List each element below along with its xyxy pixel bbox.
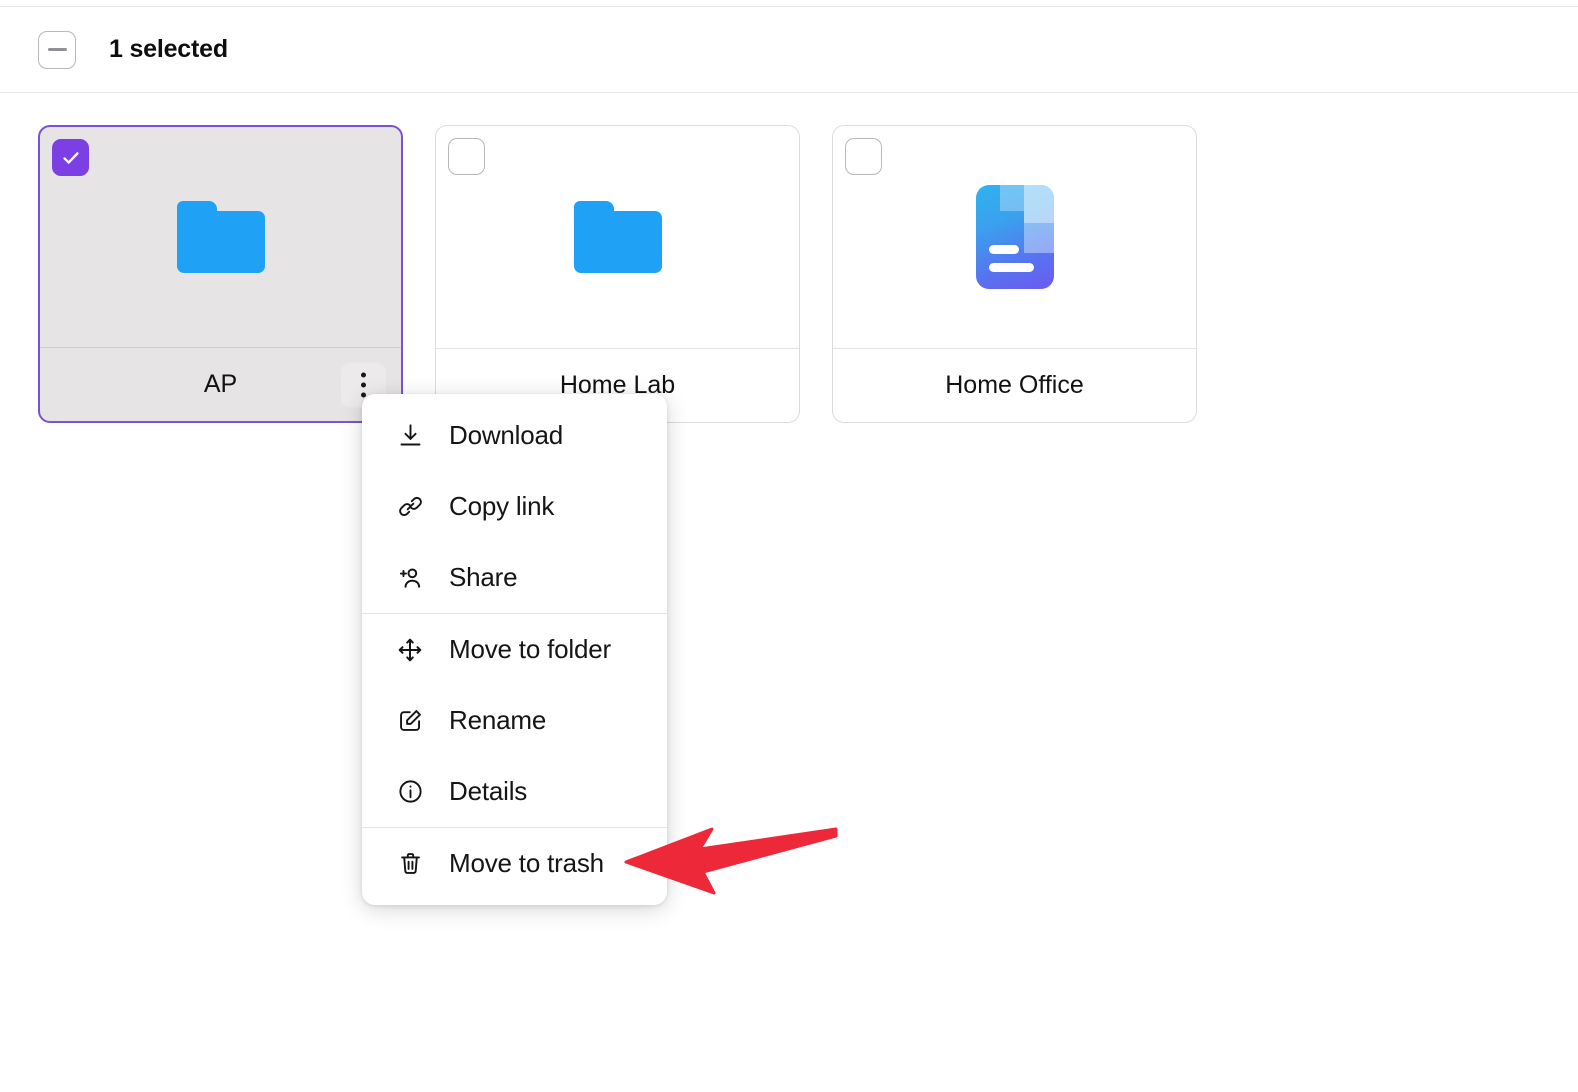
selection-count-label: 1 selected bbox=[109, 35, 228, 63]
menu-item-label: Details bbox=[449, 776, 528, 806]
context-menu: Download Copy link Share Move to folder … bbox=[362, 394, 667, 905]
card-thumbnail bbox=[436, 126, 799, 348]
menu-item-details[interactable]: Details bbox=[362, 756, 667, 827]
card-checkbox-ap[interactable] bbox=[52, 139, 89, 176]
card-label-ap: AP bbox=[203, 370, 238, 398]
folder-icon bbox=[176, 201, 265, 273]
folder-icon bbox=[573, 201, 662, 273]
menu-item-download[interactable]: Download bbox=[362, 400, 667, 471]
card-thumbnail bbox=[40, 127, 401, 347]
link-icon bbox=[395, 492, 425, 522]
move-arrows-icon bbox=[395, 635, 425, 665]
menu-item-label: Share bbox=[449, 562, 518, 592]
menu-item-label: Move to folder bbox=[449, 634, 611, 664]
menu-item-move-to-trash[interactable]: Move to trash bbox=[362, 828, 667, 899]
card-footer: Home Office bbox=[833, 348, 1196, 422]
card-footer: AP bbox=[40, 347, 401, 421]
select-all-checkbox[interactable] bbox=[38, 30, 76, 69]
context-menu-group-2: Move to folder Rename Details bbox=[362, 613, 667, 827]
download-icon bbox=[395, 421, 425, 451]
check-icon bbox=[62, 151, 79, 164]
menu-item-label: Download bbox=[449, 420, 564, 450]
card-checkbox-home-lab[interactable] bbox=[448, 138, 485, 175]
file-grid: AP Home Lab Home Office bbox=[38, 125, 1197, 423]
trash-icon bbox=[395, 849, 425, 879]
file-card-ap[interactable]: AP bbox=[38, 125, 403, 423]
selection-toolbar: 1 selected bbox=[0, 6, 1578, 93]
indeterminate-dash-icon bbox=[47, 48, 67, 51]
file-card-home-office[interactable]: Home Office bbox=[832, 125, 1197, 423]
menu-item-label: Rename bbox=[449, 705, 547, 735]
context-menu-group-1: Download Copy link Share bbox=[362, 400, 667, 613]
context-menu-group-3: Move to trash bbox=[362, 827, 667, 899]
pencil-square-icon bbox=[395, 706, 425, 736]
menu-item-share[interactable]: Share bbox=[362, 542, 667, 613]
card-label-home-office: Home Office bbox=[945, 371, 1084, 399]
card-checkbox-home-office[interactable] bbox=[845, 138, 882, 175]
menu-item-move-to-folder[interactable]: Move to folder bbox=[362, 614, 667, 685]
card-thumbnail bbox=[833, 126, 1196, 348]
file-card-home-lab[interactable]: Home Lab bbox=[435, 125, 800, 423]
document-icon bbox=[975, 185, 1054, 289]
person-add-icon bbox=[395, 563, 425, 593]
menu-item-label: Copy link bbox=[449, 491, 555, 521]
menu-item-label: Move to trash bbox=[449, 848, 604, 878]
menu-item-copy-link[interactable]: Copy link bbox=[362, 471, 667, 542]
menu-item-rename[interactable]: Rename bbox=[362, 685, 667, 756]
info-circle-icon bbox=[395, 777, 425, 807]
